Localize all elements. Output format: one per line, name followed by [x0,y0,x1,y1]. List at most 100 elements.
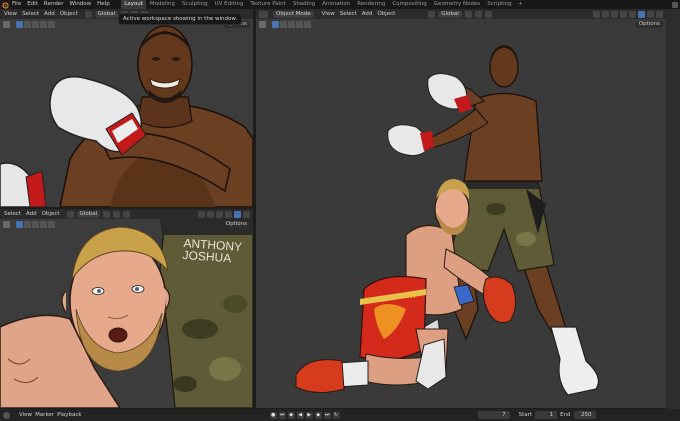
start-frame-field[interactable]: 1 [535,411,558,419]
transform-orientation-icon[interactable] [66,210,74,218]
tab-rendering[interactable]: Rendering [354,0,389,9]
editor-type-icon[interactable] [259,10,268,18]
main-header: Object Mode View Select Add Object Globa… [256,9,666,19]
prev-key-icon[interactable]: ◆ [287,411,295,419]
gizmo-icon[interactable] [207,210,214,218]
tab-animation[interactable]: Animation [319,0,354,9]
scene-icon[interactable] [672,1,678,8]
proportional-edit-icon[interactable] [484,10,492,18]
xray-icon[interactable] [225,210,232,218]
play-icon[interactable]: ▶ [305,411,313,419]
left-top-select-menu[interactable]: Select [20,10,41,18]
select-mode-subtract-icon[interactable] [32,221,39,228]
pivot-icon[interactable] [103,210,111,218]
pivot-icon[interactable] [464,10,472,18]
tab-sculpting[interactable]: Sculpting [178,0,211,9]
select-mode-intersect-icon[interactable] [48,21,55,28]
current-frame-field[interactable]: 7 [477,411,510,419]
timeline-marker-menu[interactable]: Marker [35,411,54,419]
tab-compositing[interactable]: Compositing [389,0,430,9]
main-object-menu[interactable]: Object [375,10,397,18]
rendered-shading-icon[interactable] [656,10,663,18]
select-mode-new-icon[interactable] [16,221,23,228]
left-bottom-select-menu[interactable]: Select [2,210,23,218]
menu-window[interactable]: Window [66,0,94,9]
tab-layout[interactable]: Layout [120,0,147,9]
overlay-icon[interactable] [611,10,618,18]
menu-file[interactable]: File [9,0,24,9]
xray-icon[interactable] [620,10,627,18]
transform-orientation-icon[interactable] [428,10,436,18]
select-tool-icon[interactable] [259,21,266,28]
viewport-left-top[interactable]: View Select Add Object Global Options [0,9,253,207]
select-mode-extend-icon[interactable] [24,221,31,228]
left-top-orientation-dropdown[interactable]: Global [94,10,119,18]
select-mode-subtract-icon[interactable] [32,21,39,28]
snap-icon[interactable] [474,10,482,18]
left-bottom-object-menu[interactable]: Object [40,210,62,218]
left-bottom-add-menu[interactable]: Add [24,210,39,218]
overlay-icon[interactable] [216,210,223,218]
main-options-button[interactable]: Options [635,21,663,28]
wireframe-shading-icon[interactable] [629,10,636,18]
select-mode-subtract-icon[interactable] [288,21,295,28]
timeline-playback-menu[interactable]: Playback [57,411,82,419]
mode-dropdown[interactable]: Object Mode [273,10,314,18]
main-toolbar: Options [256,19,666,30]
left-bottom-options-button[interactable]: Options [222,221,250,228]
select-mode-new-icon[interactable] [272,21,279,28]
record-icon[interactable]: ● [269,411,277,419]
timeline-editor-icon[interactable] [3,411,10,419]
jp-trunk-letters: PA [406,293,416,300]
left-top-object-menu[interactable]: Object [58,10,80,18]
main-add-menu[interactable]: Add [360,10,375,18]
tab-texture-paint[interactable]: Texture Paint [247,0,290,9]
jump-start-icon[interactable]: ⏮ [278,411,286,419]
snap-icon[interactable] [113,210,121,218]
main-orientation-dropdown[interactable]: Global [438,10,462,18]
select-mode-intersect-icon[interactable] [48,221,55,228]
select-mode-intersect-icon[interactable] [304,21,311,28]
next-key-icon[interactable]: ◆ [314,411,322,419]
jump-end-icon[interactable]: ⏭ [323,411,331,419]
viewport-main[interactable]: PA Object Mode View Select Add Object Gl… [256,9,666,408]
menu-edit[interactable]: Edit [24,0,41,9]
tab-scripting[interactable]: Scripting [484,0,515,9]
tab-geometry-nodes[interactable]: Geometry Nodes [430,0,483,9]
end-frame-field[interactable]: 250 [573,411,596,419]
loop-icon[interactable]: ↻ [332,411,340,419]
timeline-view-menu[interactable]: View [19,411,32,419]
main-view-menu[interactable]: View [320,10,337,18]
solid-shading-icon[interactable] [234,210,241,218]
transform-orientation-icon[interactable] [84,10,92,18]
select-mode-extend-icon[interactable] [24,21,31,28]
select-tool-icon[interactable] [3,221,10,228]
left-top-view-menu[interactable]: View [2,10,19,18]
tab-uv-editing[interactable]: UV Editing [211,0,247,9]
select-mode-invert-icon[interactable] [40,221,47,228]
tab-modeling[interactable]: Modeling [146,0,178,9]
proportional-edit-icon[interactable] [123,210,131,218]
viewport-left-bottom[interactable]: ANTHONY JOSHUA Select Add Object Global … [0,209,253,408]
left-top-add-menu[interactable]: Add [42,10,57,18]
select-mode-extend-icon[interactable] [280,21,287,28]
visibility-icon[interactable] [593,10,600,18]
select-mode-invert-icon[interactable] [296,21,303,28]
select-tool-icon[interactable] [3,21,10,28]
left-bottom-orientation-dropdown[interactable]: Global [76,210,101,218]
material-shading-icon[interactable] [243,210,250,218]
material-shading-icon[interactable] [647,10,654,18]
solid-shading-icon[interactable] [638,10,645,18]
menu-help[interactable]: Help [94,0,113,9]
blender-logo-icon[interactable] [0,0,9,9]
select-mode-invert-icon[interactable] [40,21,47,28]
properties-strip[interactable] [666,9,680,421]
add-workspace-button[interactable]: + [515,0,526,9]
select-mode-new-icon[interactable] [16,21,23,28]
tab-shading[interactable]: Shading [289,0,318,9]
main-select-menu[interactable]: Select [338,10,359,18]
menu-render[interactable]: Render [41,0,67,9]
gizmo-icon[interactable] [602,10,609,18]
visibility-icon[interactable] [198,210,205,218]
play-reverse-icon[interactable]: ◀ [296,411,304,419]
